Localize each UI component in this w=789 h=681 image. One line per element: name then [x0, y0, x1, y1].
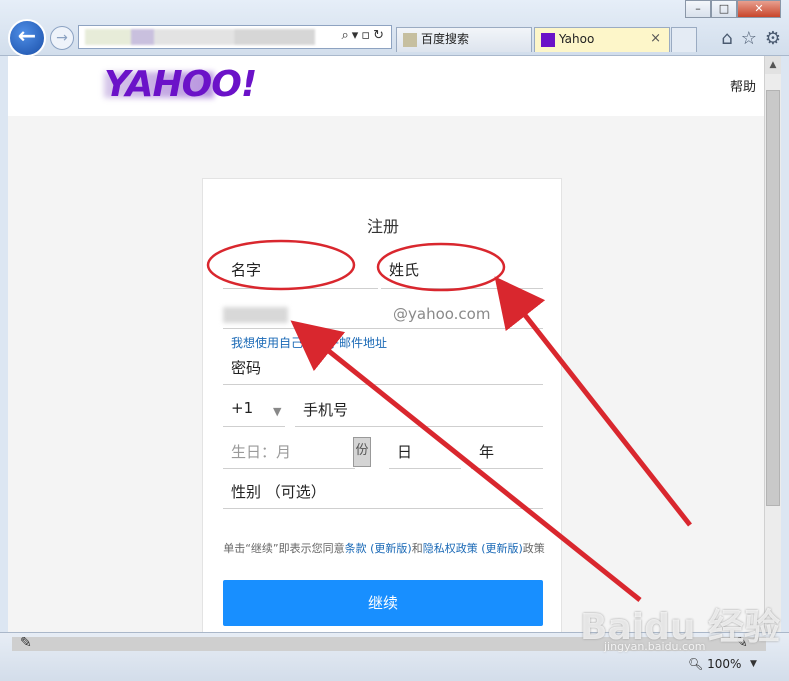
password-field[interactable]: 密码 — [223, 357, 543, 385]
first-name-placeholder: 名字 — [231, 261, 262, 279]
tab-close-icon[interactable]: × — [650, 28, 661, 50]
country-code-select[interactable]: +1 ▼ — [223, 399, 285, 427]
signup-title: 注册 — [366, 217, 399, 236]
birth-year-field[interactable]: 年 — [471, 441, 543, 469]
yahoo-favicon-icon — [541, 32, 555, 47]
email-field[interactable]: @yahoo.com — [223, 301, 543, 329]
birth-day-field[interactable]: 日 — [389, 441, 461, 469]
terms-text: 单击“继续”即表示您同意条款 (更新版)和隐私权政策 (更新版)政策 — [223, 541, 545, 556]
zoom-icon: 🔍︎ — [688, 657, 704, 671]
window-controls: – □ ✕ — [685, 0, 781, 18]
tab-baidu-search[interactable]: 百度搜索 — [396, 27, 532, 52]
last-name-placeholder: 姓氏 — [389, 261, 420, 279]
yahoo-logo[interactable]: YAHOO! — [104, 64, 257, 105]
terms-suffix: 政策 — [522, 542, 545, 555]
address-text — [85, 29, 315, 45]
tab-label: 百度搜索 — [421, 32, 470, 46]
tab-favicon-icon — [403, 32, 417, 47]
birth-year-placeholder: 年 — [479, 443, 495, 461]
baidu-watermark-url: jingyan.baidu.com — [604, 640, 706, 653]
address-bar-icons[interactable]: ⌕▾▫↻ — [341, 28, 387, 43]
terms-link[interactable]: 条款 (更新版) — [345, 542, 412, 555]
chevron-down-icon: ▼ — [273, 405, 282, 418]
maximize-button[interactable]: □ — [711, 0, 737, 18]
email-value — [223, 307, 288, 323]
refresh-icon[interactable]: ↻ — [373, 28, 387, 43]
vertical-scrollbar[interactable]: ▲ — [764, 56, 781, 632]
close-window-button[interactable]: ✕ — [737, 0, 781, 18]
page-viewport: YAHOO! 帮助 注册 名字 姓氏 @yahoo.com 我想使用自己的电子邮… — [8, 56, 764, 632]
last-name-field[interactable]: 姓氏 — [381, 259, 543, 289]
zoom-level[interactable]: 🔍︎ 100% — [688, 657, 741, 671]
terms-and: 和 — [411, 542, 423, 555]
minimize-button[interactable]: – — [685, 0, 711, 18]
birth-month-select[interactable]: 生日：月 — [223, 441, 355, 469]
search-icon[interactable]: ⌕ — [341, 28, 351, 43]
birth-month-placeholder: 生日：月 — [231, 443, 292, 461]
help-link[interactable]: 帮助 — [730, 76, 756, 95]
browser-chrome: – □ ✕ ← → ⌕▾▫↻ 百度搜索 Yahoo × ⌂ ☆ ⚙ — [0, 0, 789, 57]
tab-yahoo[interactable]: Yahoo × — [534, 27, 670, 52]
eraser-icon: ✎ — [20, 635, 32, 651]
home-icon[interactable]: ⌂ — [721, 28, 732, 49]
phone-field[interactable]: 手机号 — [295, 399, 543, 427]
tab-label: Yahoo — [559, 32, 595, 46]
new-tab-button[interactable] — [671, 27, 697, 52]
dropdown-icon[interactable]: ▾ — [352, 28, 362, 43]
chevron-down-icon[interactable]: ▼ — [750, 659, 757, 669]
continue-button[interactable]: 继续 — [223, 580, 543, 626]
scroll-up-icon[interactable]: ▲ — [765, 56, 781, 74]
birth-month-dropdown-button[interactable]: 份 — [353, 437, 371, 467]
terms-prefix: 单击“继续”即表示您同意 — [223, 542, 345, 555]
browser-tools: ⌂ ☆ ⚙ — [721, 28, 781, 49]
star-icon[interactable]: ☆ — [741, 28, 757, 49]
yahoo-header: YAHOO! 帮助 — [8, 56, 764, 116]
password-placeholder: 密码 — [231, 359, 262, 377]
birth-day-placeholder: 日 — [397, 443, 413, 461]
compat-view-icon[interactable]: ▫ — [361, 28, 373, 43]
address-bar[interactable]: ⌕▾▫↻ — [78, 25, 392, 49]
own-email-link[interactable]: 我想使用自己的电子邮件地址 — [231, 334, 387, 351]
scrollbar-thumb[interactable] — [766, 90, 780, 506]
gender-field[interactable]: 性别 （可选） — [223, 481, 543, 509]
gender-placeholder: 性别 （可选） — [231, 483, 326, 501]
email-suffix: @yahoo.com — [393, 305, 491, 323]
signup-card: 注册 名字 姓氏 @yahoo.com 我想使用自己的电子邮件地址 密码 +1 ▼… — [202, 178, 562, 632]
phone-placeholder: 手机号 — [303, 401, 349, 419]
zoom-value: 100% — [707, 657, 742, 671]
back-arrow-icon[interactable]: ← — [8, 19, 46, 57]
gear-icon[interactable]: ⚙ — [765, 28, 781, 49]
country-code-value: +1 — [231, 399, 254, 417]
first-name-field[interactable]: 名字 — [223, 259, 378, 289]
privacy-link[interactable]: 隐私权政策 (更新版) — [423, 542, 523, 555]
forward-arrow-icon[interactable]: → — [50, 26, 74, 50]
